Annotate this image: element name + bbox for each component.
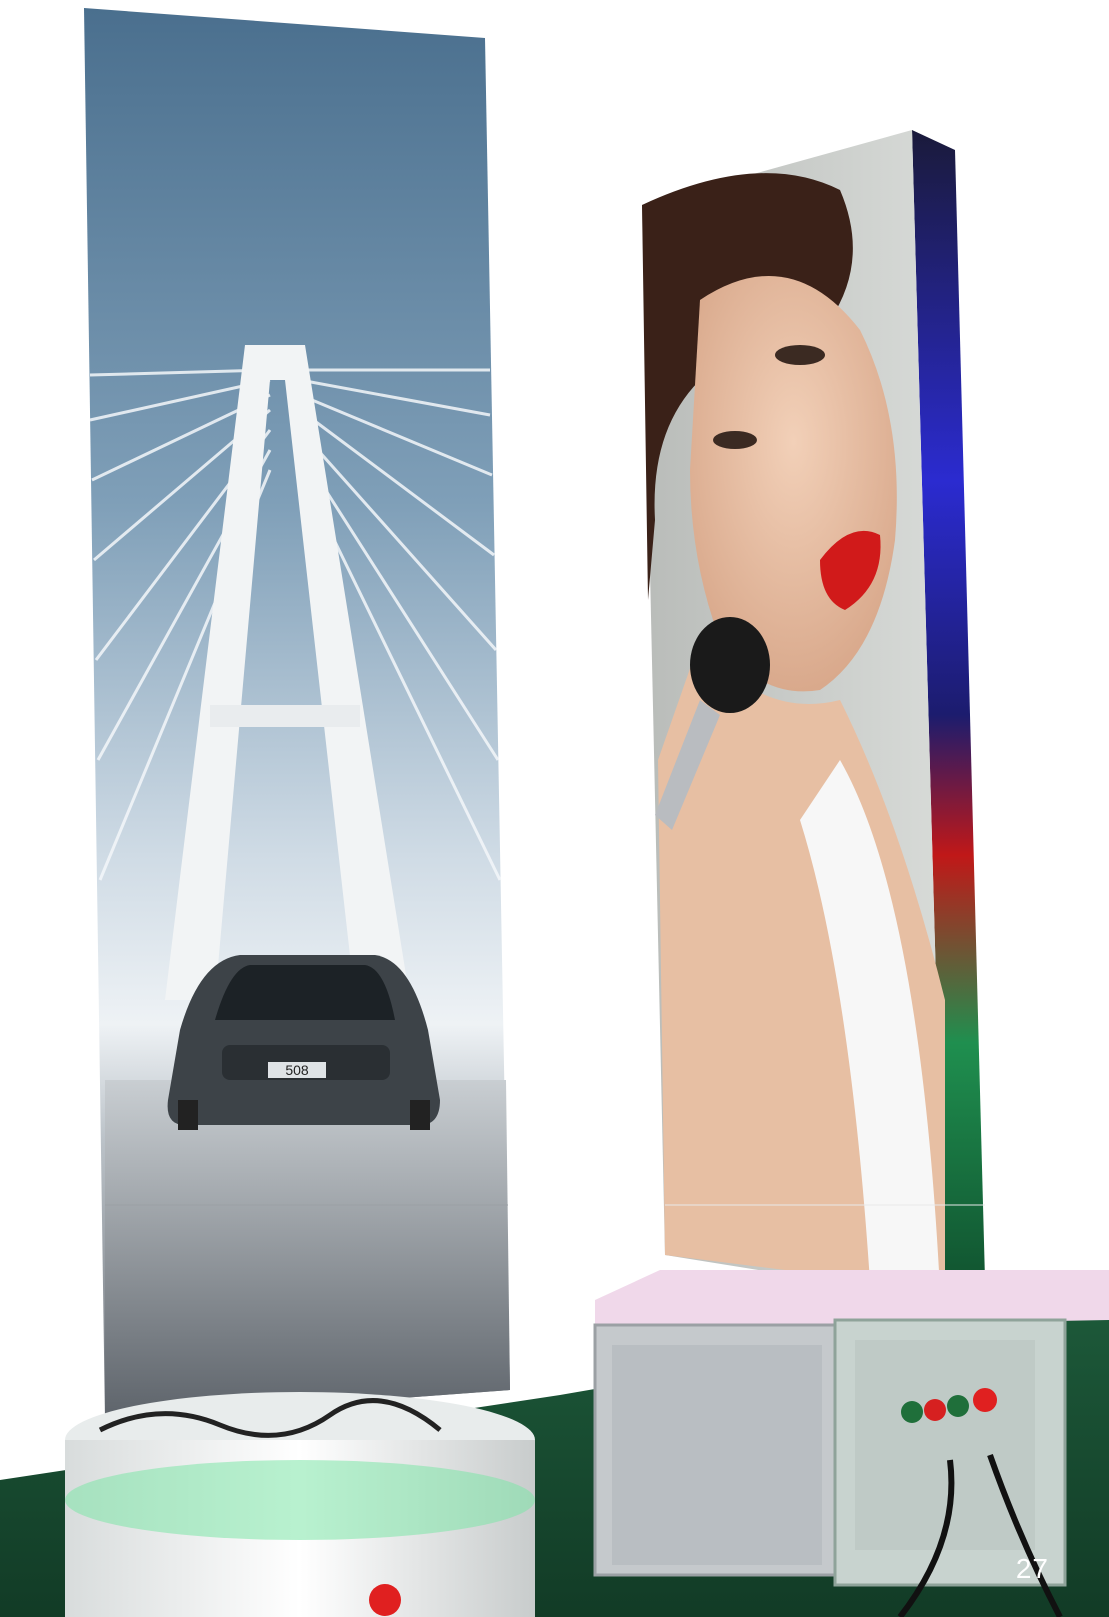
photo-scene: 508: [0, 8, 1109, 1617]
right-screen: [642, 130, 985, 1300]
page-number: 27: [1015, 1553, 1049, 1584]
left-screen: 508: [84, 8, 510, 1420]
car-badge: 508: [285, 1062, 309, 1078]
makeup-brush: [690, 617, 770, 713]
emergency-button-left: [369, 1584, 401, 1616]
car-image: 508: [167, 955, 440, 1130]
emergency-button-right: [973, 1388, 997, 1412]
left-base: [65, 1392, 535, 1617]
